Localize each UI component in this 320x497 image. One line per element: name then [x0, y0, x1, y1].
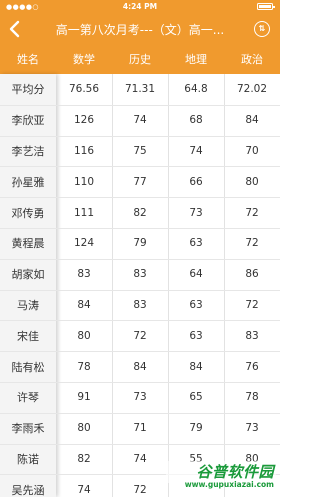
- score-cell: 84: [133, 360, 147, 373]
- score-cell: 78: [77, 360, 91, 373]
- score-cell: 110: [73, 175, 95, 188]
- average-row[interactable]: 平均分 76.56 71.31 64.8 72.02: [0, 74, 280, 105]
- watermark-url: www.gupuxiazai.com: [184, 480, 274, 489]
- score-cell: 116: [73, 144, 95, 157]
- student-name-cell: 许琴: [17, 391, 39, 405]
- header-name[interactable]: 姓名: [0, 44, 56, 74]
- score-cell: 82: [133, 206, 147, 219]
- score-cell: 71.31: [124, 83, 156, 96]
- watermark-text: 谷普软件园: [196, 463, 274, 481]
- score-cell: 124: [73, 237, 95, 250]
- table-row[interactable]: 孙星雅 110 77 66 80: [0, 166, 280, 197]
- score-cell: 74: [77, 483, 91, 496]
- score-cell: 72: [245, 206, 259, 219]
- student-name-cell: 宋佳: [17, 329, 39, 343]
- score-cell: 83: [133, 268, 147, 281]
- score-cell: 68: [189, 114, 203, 127]
- page-title: 高一第八次月考---（文）高一...: [55, 23, 225, 37]
- student-name-cell: 平均分: [11, 83, 45, 97]
- score-cell: 77: [133, 175, 147, 188]
- score-cell: 65: [189, 391, 203, 404]
- status-time: 4:24 PM: [122, 2, 158, 11]
- score-cell: 83: [133, 298, 147, 311]
- table-row[interactable]: 许琴 91 73 65 78: [0, 382, 280, 413]
- table-row[interactable]: 马涛 84 83 63 72: [0, 290, 280, 321]
- score-cell: 76.56: [68, 83, 100, 96]
- score-cell: 64.8: [184, 83, 208, 96]
- header-math[interactable]: 数学: [56, 44, 112, 74]
- battery-icon: [257, 3, 275, 10]
- table-row[interactable]: 李雨禾 80 71 79 73: [0, 413, 280, 444]
- score-cell: 82: [77, 452, 91, 465]
- status-bar: ●●●●○ 4:24 PM: [0, 0, 280, 14]
- student-name-cell: 陈诺: [17, 452, 39, 466]
- score-cell: 91: [77, 391, 91, 404]
- score-cell: 72: [133, 483, 147, 496]
- sort-icon[interactable]: ⇅: [254, 21, 270, 37]
- student-name-cell: 马涛: [17, 298, 39, 312]
- score-cell: 75: [133, 144, 147, 157]
- student-name-cell: 李艺洁: [11, 144, 45, 158]
- student-name-cell: 孙星雅: [11, 175, 45, 189]
- score-cell: 74: [133, 452, 147, 465]
- score-cell: 71: [133, 422, 147, 435]
- table-header: 姓名 数学 历史 地理 政治: [0, 44, 280, 74]
- score-cell: 74: [133, 114, 147, 127]
- table-row[interactable]: 胡家如 83 83 64 86: [0, 259, 280, 290]
- student-name-cell: 胡家如: [11, 268, 45, 282]
- table-row[interactable]: 李欣亚 126 74 68 84: [0, 105, 280, 136]
- score-cell: 83: [245, 329, 259, 342]
- score-cell: 73: [189, 206, 203, 219]
- student-name-cell: 邓传勇: [11, 206, 45, 220]
- chevron-left-icon[interactable]: [8, 20, 24, 38]
- watermark-logo: 谷普软件园 www.gupuxiazai.com: [166, 461, 276, 491]
- table-row[interactable]: 黄程晨 124 79 63 72: [0, 228, 280, 259]
- score-cell: 78: [245, 391, 259, 404]
- header-geography[interactable]: 地理: [168, 44, 224, 74]
- nav-bar: 高一第八次月考---（文）高一... ⇅: [0, 14, 280, 44]
- score-cell: 70: [245, 144, 259, 157]
- table-row[interactable]: 宋佳 80 72 63 83: [0, 320, 280, 351]
- header-history[interactable]: 历史: [112, 44, 168, 74]
- score-cell: 80: [77, 422, 91, 435]
- score-cell: 66: [189, 175, 203, 188]
- score-cell: 64: [189, 268, 203, 281]
- score-cell: 80: [245, 175, 259, 188]
- score-cell: 84: [245, 114, 259, 127]
- score-cell: 84: [189, 360, 203, 373]
- score-cell: 80: [77, 329, 91, 342]
- header-politics[interactable]: 政治: [224, 44, 280, 74]
- student-name-cell: 李雨禾: [11, 422, 45, 436]
- table-row[interactable]: 陆有松 78 84 84 76: [0, 351, 280, 382]
- score-cell: 79: [133, 237, 147, 250]
- score-cell: 84: [77, 298, 91, 311]
- score-cell: 72.02: [236, 83, 268, 96]
- score-cell: 83: [77, 268, 91, 281]
- score-cell: 74: [189, 144, 203, 157]
- score-cell: 111: [73, 206, 95, 219]
- student-name-cell: 李欣亚: [11, 114, 45, 128]
- student-name-cell: 陆有松: [11, 360, 45, 374]
- score-cell: 72: [245, 298, 259, 311]
- score-cell: 63: [189, 329, 203, 342]
- score-cell: 76: [245, 360, 259, 373]
- score-cell: 126: [73, 114, 95, 127]
- student-name-cell: 黄程晨: [11, 237, 45, 251]
- score-cell: 63: [189, 237, 203, 250]
- score-cell: 86: [245, 268, 259, 281]
- score-cell: 79: [189, 422, 203, 435]
- score-cell: 72: [133, 329, 147, 342]
- score-cell: 63: [189, 298, 203, 311]
- score-cell: 73: [133, 391, 147, 404]
- score-cell: 73: [245, 422, 259, 435]
- back-arrow-svg: [9, 20, 20, 38]
- student-name-cell: 吴先涵: [11, 483, 45, 497]
- table-row[interactable]: 李艺洁 116 75 74 70: [0, 136, 280, 167]
- table-row[interactable]: 邓传勇 111 82 73 72: [0, 197, 280, 228]
- score-cell: 72: [245, 237, 259, 250]
